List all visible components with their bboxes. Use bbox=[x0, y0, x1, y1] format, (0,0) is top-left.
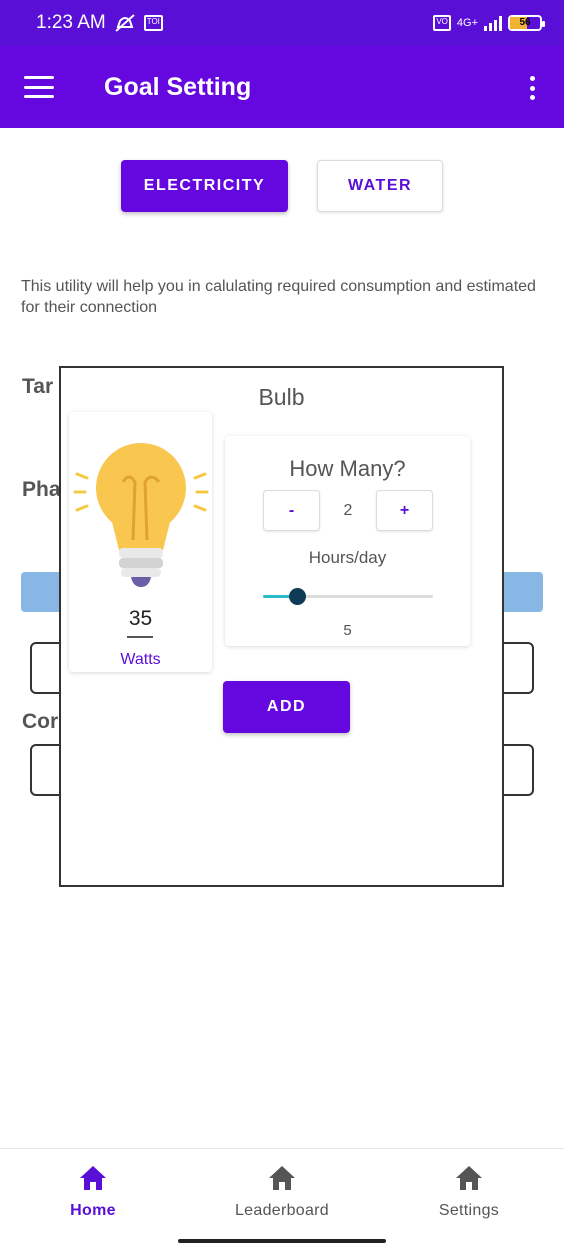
increment-button[interactable]: + bbox=[376, 490, 433, 531]
volte-icon: VO bbox=[433, 15, 451, 31]
status-right: VO 4G+ 56 bbox=[433, 15, 545, 31]
bottom-navigation: Home Leaderboard Settings bbox=[0, 1148, 564, 1253]
battery-level: 56 bbox=[519, 17, 531, 28]
app-bar: Goal Setting bbox=[0, 46, 564, 128]
quantity-title: How Many? bbox=[289, 456, 406, 481]
status-bar: 1:23 AM TOI VO 4G+ 56 bbox=[0, 0, 564, 46]
muted-notifications-icon bbox=[115, 14, 135, 32]
news-app-icon: TOI bbox=[143, 15, 163, 31]
more-options-icon[interactable] bbox=[528, 76, 536, 100]
watts-underline bbox=[127, 636, 153, 638]
status-time: 1:23 AM bbox=[36, 12, 106, 33]
quantity-value: 2 bbox=[343, 502, 353, 519]
battery-icon: 56 bbox=[508, 15, 545, 31]
appliance-dialog: Bulb 35 Watts How Many? - 2 + Hours/day … bbox=[59, 366, 504, 887]
watts-value[interactable]: 35 bbox=[69, 607, 212, 631]
nav-item-home[interactable]: Home bbox=[23, 1165, 163, 1220]
nav-label-home: Home bbox=[70, 1202, 116, 1219]
consumption-label: Cor bbox=[22, 710, 59, 733]
nav-item-leaderboard[interactable]: Leaderboard bbox=[212, 1165, 352, 1220]
decrement-button[interactable]: - bbox=[263, 490, 320, 531]
quantity-card: How Many? - 2 + Hours/day 5 bbox=[225, 436, 470, 646]
hours-slider[interactable] bbox=[263, 588, 433, 605]
hamburger-menu-icon[interactable] bbox=[24, 76, 54, 98]
dialog-title: Bulb bbox=[258, 384, 305, 410]
home-indicator[interactable] bbox=[178, 1239, 386, 1243]
home-icon bbox=[269, 1166, 295, 1190]
nav-item-settings[interactable]: Settings bbox=[399, 1165, 539, 1220]
home-icon bbox=[456, 1166, 482, 1190]
home-icon bbox=[80, 1166, 106, 1190]
nav-label-settings: Settings bbox=[438, 1202, 500, 1219]
utility-description: This utility will help you in calulating… bbox=[21, 278, 536, 316]
status-left-icons: TOI bbox=[114, 13, 163, 33]
tab-water[interactable]: WATER bbox=[317, 160, 443, 212]
appliance-card: 35 Watts bbox=[69, 412, 212, 672]
watts-label: Watts bbox=[120, 651, 161, 668]
page-title: Goal Setting bbox=[104, 73, 252, 101]
hours-value: 5 bbox=[343, 622, 352, 639]
network-type: 4G+ bbox=[456, 17, 478, 29]
hours-per-day-label: Hours/day bbox=[308, 548, 387, 567]
nav-label-leaderboard: Leaderboard bbox=[234, 1202, 330, 1219]
phase-label: Pha bbox=[22, 478, 61, 501]
tariff-label: Tar bbox=[22, 375, 54, 398]
hours-slider-thumb[interactable] bbox=[289, 588, 306, 605]
add-button[interactable]: ADD bbox=[223, 681, 350, 733]
light-bulb-icon bbox=[73, 443, 209, 587]
signal-icon bbox=[484, 15, 502, 31]
tab-electricity[interactable]: ELECTRICITY bbox=[121, 160, 288, 212]
